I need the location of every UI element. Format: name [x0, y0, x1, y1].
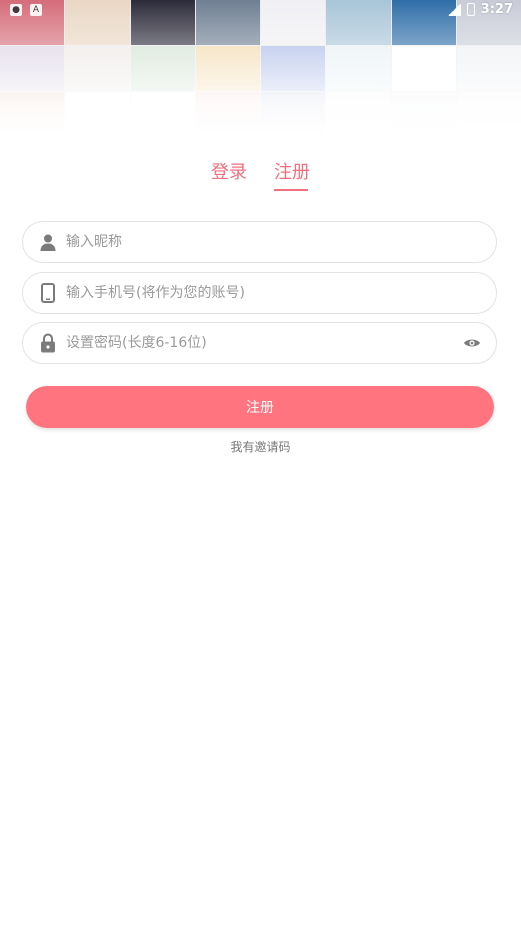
nickname-field[interactable]	[22, 221, 497, 263]
password-field[interactable]	[22, 322, 497, 364]
lock-icon	[38, 333, 58, 353]
phone-input[interactable]	[64, 284, 496, 302]
signal-icon	[446, 3, 461, 16]
phone-icon	[38, 283, 58, 303]
phone-field[interactable]	[22, 272, 497, 314]
tab-underline	[274, 189, 308, 191]
password-input[interactable]	[64, 334, 462, 352]
tab-login[interactable]: 登录	[211, 158, 247, 184]
tab-register[interactable]: 注册	[274, 158, 310, 184]
a-icon: A	[30, 4, 42, 16]
user-icon	[38, 232, 58, 252]
eye-icon[interactable]	[462, 333, 482, 353]
status-bar: ● A 3:27	[0, 0, 521, 22]
register-button[interactable]: 注册	[26, 386, 494, 428]
battery-icon	[466, 3, 475, 16]
invite-code-link[interactable]: 我有邀请码	[0, 438, 521, 455]
header-banner: ● A 3:27	[0, 0, 521, 135]
shield-icon: ●	[10, 4, 22, 16]
nickname-input[interactable]	[64, 233, 496, 251]
status-time: 3:27	[480, 2, 513, 17]
auth-tabs: 登录 注册	[0, 158, 521, 198]
